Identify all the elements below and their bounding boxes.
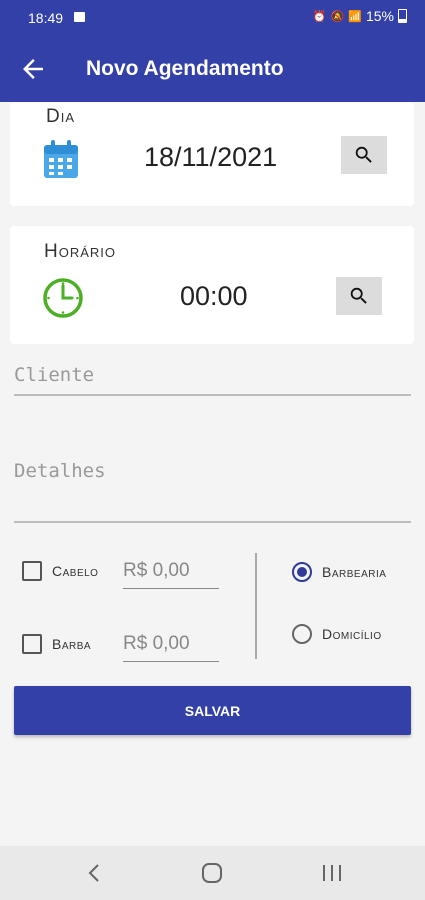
- barbearia-radio[interactable]: [292, 562, 312, 582]
- client-placeholder: Cliente: [14, 364, 95, 386]
- client-field[interactable]: Cliente: [14, 364, 411, 396]
- recents-icon: [323, 865, 341, 881]
- barba-price-field[interactable]: R$ 0,00: [123, 633, 219, 662]
- vertical-divider: [255, 553, 257, 659]
- date-card: Dia 18/11/2021: [10, 102, 414, 206]
- cabelo-label: Cabelo: [52, 563, 99, 579]
- home-icon: [202, 863, 222, 883]
- search-icon: [355, 146, 372, 163]
- domicilio-radio[interactable]: [292, 624, 312, 644]
- gallery-notification-icon: [74, 12, 85, 22]
- status-bar: 18:49 ⏰ 🔕 📶 15%: [0, 0, 425, 36]
- barba-label: Barba: [52, 636, 92, 652]
- chevron-left-icon: [88, 864, 99, 882]
- status-indicators: ⏰ 🔕 📶 15%: [313, 8, 407, 24]
- date-search-button[interactable]: [341, 136, 387, 174]
- back-button[interactable]: [18, 54, 48, 84]
- time-label: Horário: [44, 241, 117, 262]
- app-bar: Novo Agendamento: [0, 36, 425, 102]
- domicilio-label: Domicílio: [322, 626, 382, 642]
- page-title: Novo Agendamento: [86, 57, 284, 80]
- system-nav-bar: [0, 846, 425, 900]
- option-domicilio[interactable]: Domicílio: [292, 624, 382, 644]
- barba-checkbox[interactable]: [22, 634, 42, 654]
- option-barbearia[interactable]: Barbearia: [292, 562, 386, 582]
- calendar-icon: [44, 140, 78, 178]
- clock-icon: [43, 278, 83, 318]
- arrow-back-icon: [23, 59, 43, 79]
- service-barba[interactable]: Barba: [22, 634, 91, 654]
- battery-icon: [398, 9, 407, 23]
- nav-back-button[interactable]: [74, 858, 114, 888]
- date-value: 18/11/2021: [144, 142, 278, 172]
- cabelo-price-field[interactable]: R$ 0,00: [123, 560, 219, 589]
- service-cabelo[interactable]: Cabelo: [22, 561, 98, 581]
- date-label: Dia: [46, 106, 76, 127]
- details-field[interactable]: Detalhes: [14, 460, 411, 523]
- battery-percent: 15%: [365, 8, 394, 24]
- save-button[interactable]: SALVAR: [14, 686, 411, 735]
- alarm-icon: ⏰: [312, 10, 327, 23]
- details-placeholder: Detalhes: [14, 460, 106, 482]
- mute-icon: 🔕: [330, 10, 345, 23]
- search-icon: [350, 287, 367, 304]
- time-value: 00:00: [180, 281, 248, 311]
- nav-home-button[interactable]: [192, 858, 232, 888]
- nav-recents-button[interactable]: [312, 858, 352, 888]
- time-search-button[interactable]: [336, 277, 382, 315]
- wifi-icon: 📶: [348, 10, 362, 23]
- cabelo-checkbox[interactable]: [22, 561, 42, 581]
- barbearia-label: Barbearia: [322, 564, 387, 580]
- status-time: 18:49: [28, 10, 64, 26]
- time-card: Horário 00:00: [10, 226, 414, 344]
